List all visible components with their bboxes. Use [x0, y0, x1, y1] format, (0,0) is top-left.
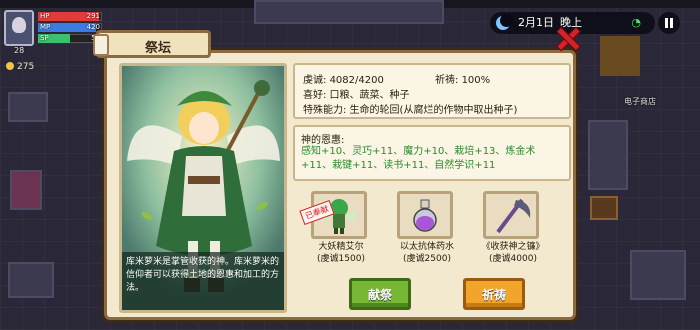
wifi-icon: ◔ [631, 16, 641, 29]
offering-cost: (虔诚4000) [489, 254, 537, 264]
offering-slot[interactable] [483, 191, 539, 239]
deity-description: 库米萝米是掌管收获的神。库米萝米的信仰者可以获得土地的恩惠和加工的方法。 [122, 252, 284, 310]
coin-count: 275 [17, 62, 35, 72]
world-furniture [8, 92, 48, 122]
world-furniture [630, 250, 686, 300]
offering-item-3[interactable]: 《收获神之镰》 (虔诚4000) [475, 191, 551, 273]
world-furniture [10, 170, 42, 210]
offer-button[interactable]: 献祭 [349, 278, 411, 310]
potion-icon [413, 199, 437, 232]
scroll-icon [93, 34, 109, 56]
offering-label: 以太抗体药水 (虔诚2500) [385, 241, 469, 265]
moon-icon [496, 14, 513, 30]
offering-slot[interactable] [397, 191, 453, 239]
piety-row: 虔诚: 4082/4200 [303, 71, 384, 86]
world-wall [254, 0, 444, 24]
offering-name: 以太抗体药水 [399, 242, 454, 252]
mp-bar: MP 420 [38, 23, 102, 32]
offering-name: 大妖精艾尔 [318, 242, 364, 252]
panel-title-tab: 祭坛 [93, 30, 211, 58]
game-screen: HP 291 MP 420 SP 51 28 275 2月1日晚上 ◔ 电子商店 [0, 0, 700, 330]
panel-title: 祭坛 [145, 41, 172, 56]
blessings-title: 神的恩惠: [301, 135, 345, 146]
world-furniture [8, 262, 54, 298]
player-avatar[interactable] [4, 10, 34, 46]
blessings-box: 神的恩惠: 感知+10、灵巧+11、魔力+10、栽培+13、炼金术+11、栽键+… [293, 125, 571, 181]
world-furniture [590, 196, 618, 220]
offering-cost: (虔诚1500) [317, 254, 365, 264]
pause-button[interactable] [658, 12, 680, 34]
close-button[interactable] [555, 26, 579, 50]
offering-item-2[interactable]: 以太抗体药水 (虔诚2500) [389, 191, 465, 273]
offering-name: 《收获神之镰》 [481, 242, 545, 252]
deity-info-box: 虔诚: 4082/4200 祈祷: 100% 喜好: 口粮、蔬菜、种子 特殊能力… [293, 63, 571, 119]
pray-button[interactable]: 祈祷 [463, 278, 525, 310]
offering-item-1[interactable]: 已奉献 大妖精艾尔 (虔诚1500) [299, 191, 379, 273]
deity-portrait: 库米萝米是掌管收获的神。库米萝米的信仰者可以获得土地的恩惠和加工的方法。 [119, 63, 287, 313]
world-furniture [588, 120, 628, 190]
piety-label: 虔诚: [303, 75, 330, 86]
blessings-text: 感知+10、灵巧+11、魔力+10、栽培+13、炼金术+11、栽键+11、读书+… [301, 146, 536, 171]
offering-label: 《收获神之镰》 (虔诚4000) [471, 241, 555, 265]
scythe-icon [496, 198, 531, 234]
date-label: 2月1日 [518, 16, 554, 29]
special-ability-row: 特殊能力: 生命的轮回(从腐烂的作物中取出种子) [303, 105, 518, 116]
coin-counter: 275 [6, 62, 34, 72]
offering-label: 大妖精艾尔 (虔诚1500) [299, 241, 383, 265]
offering-cost: (虔诚2500) [403, 254, 451, 264]
shop-sign: 电子商店 [624, 97, 656, 106]
likes-row: 喜好: 口粮、蔬菜、种子 [303, 90, 410, 101]
world-decoration [600, 36, 640, 76]
altar-panel: 库米萝米是掌管收获的神。库米萝米的信仰者可以获得土地的恩惠和加工的方法。 虔诚:… [104, 50, 576, 320]
prayer-value: 100% [461, 75, 491, 86]
hp-bar: HP 291 [38, 12, 102, 21]
prayer-row: 祈祷: 100% [435, 71, 490, 86]
prayer-label: 祈祷: [435, 75, 462, 86]
piety-value: 4082/4200 [329, 75, 384, 86]
player-level: 28 [14, 46, 25, 55]
